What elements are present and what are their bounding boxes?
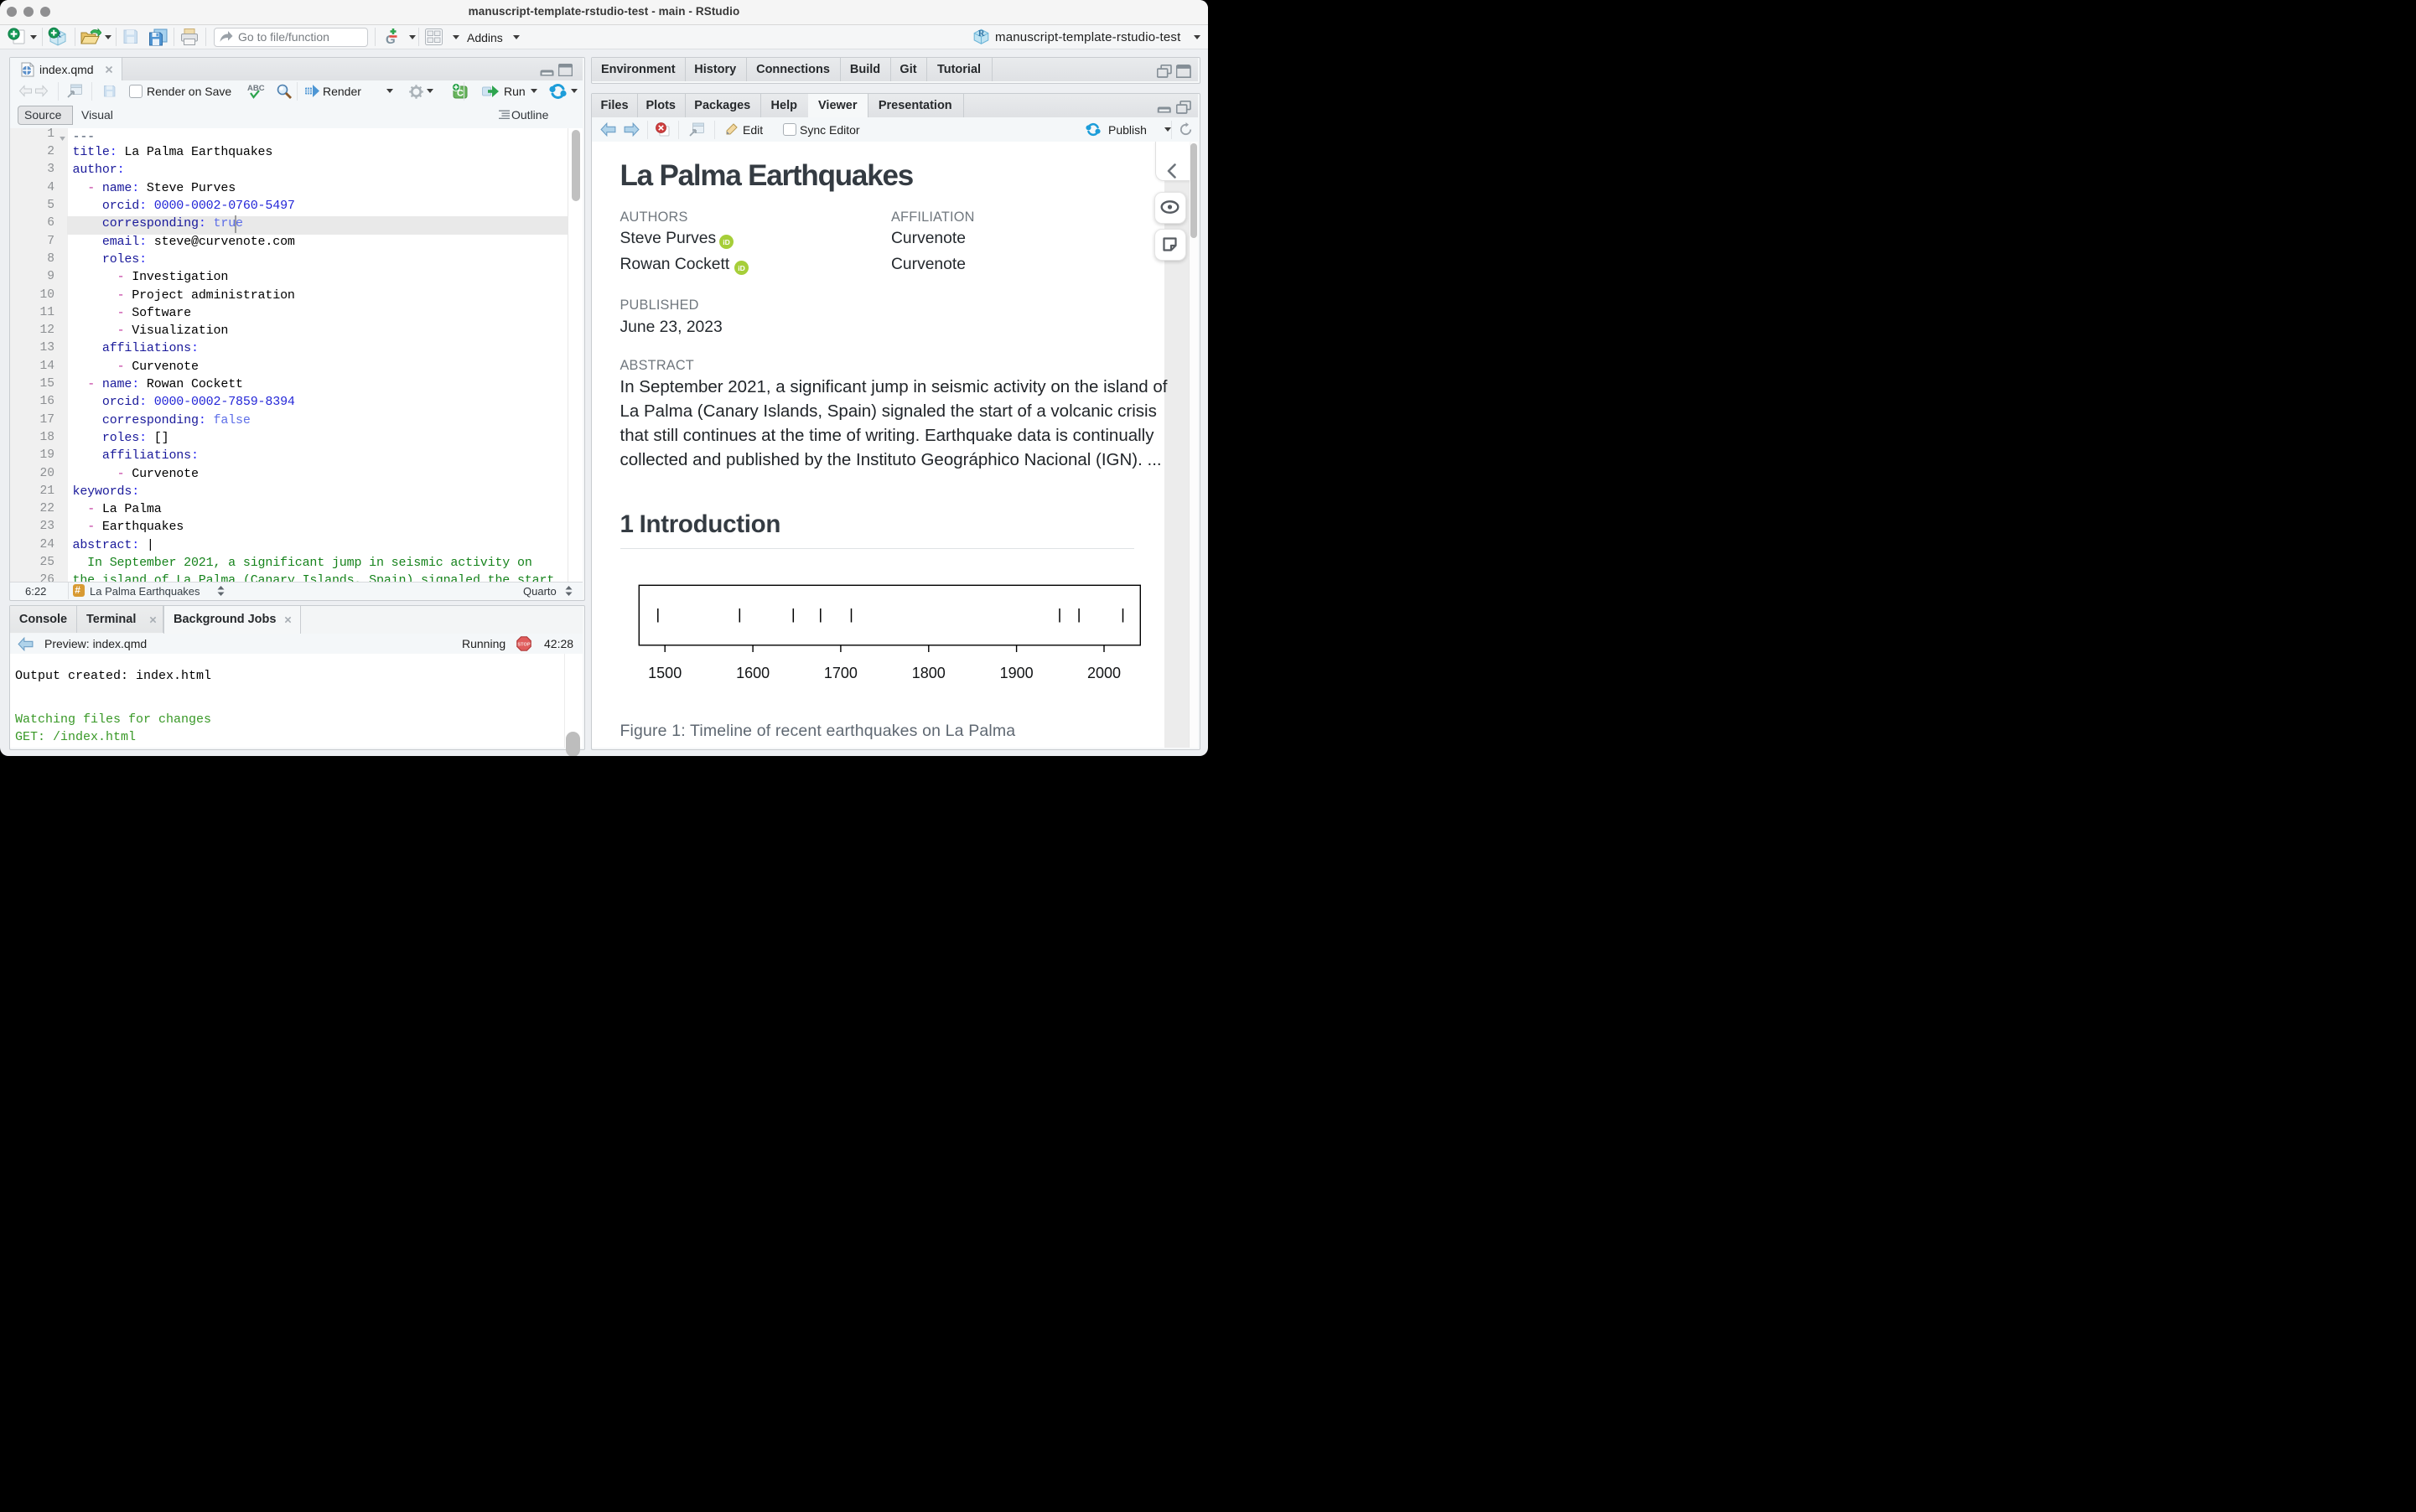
svg-text:STOP: STOP: [517, 643, 530, 648]
svg-text:R: R: [978, 29, 985, 39]
svg-text:iD: iD: [723, 237, 730, 246]
svg-text:iD: iD: [738, 263, 745, 272]
svg-text:G: G: [386, 33, 396, 45]
svg-text:ABC: ABC: [247, 84, 265, 93]
